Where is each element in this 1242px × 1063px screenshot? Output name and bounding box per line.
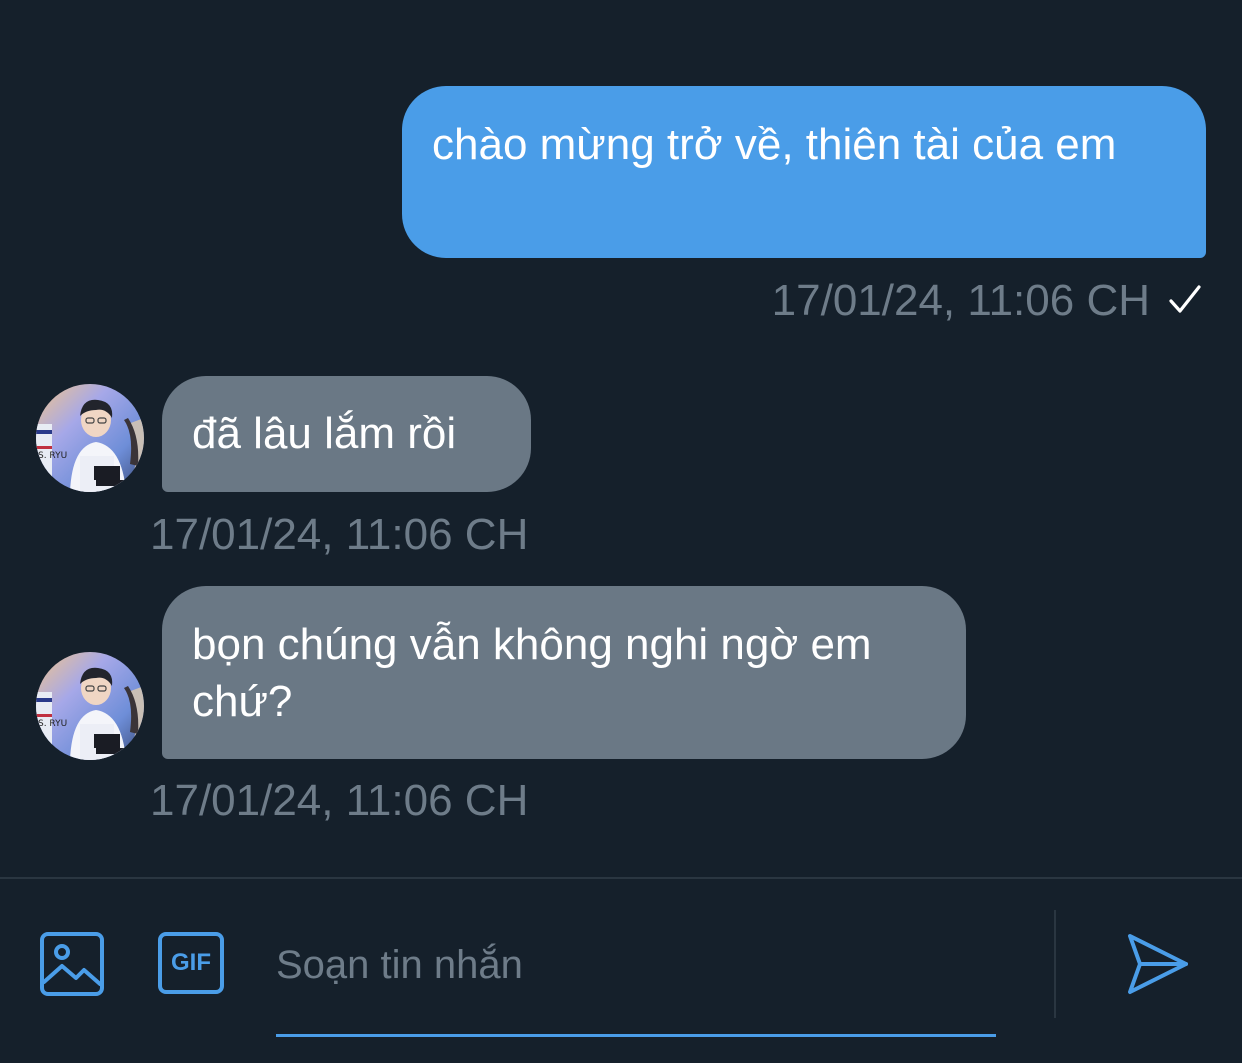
incoming-message-bubble[interactable]: bọn chúng vẫn không nghi ngờ em chứ? [162, 586, 966, 759]
image-button[interactable] [40, 932, 104, 996]
message-timestamp: 17/01/24, 11:06 CH [771, 276, 1150, 325]
svg-text:S. RYU: S. RYU [38, 451, 67, 461]
avatar[interactable]: S. RYU [36, 652, 144, 760]
message-text: chào mừng trở về, thiên tài của em [432, 120, 1117, 169]
avatar[interactable]: S. RYU [36, 384, 144, 492]
message-text: đã lâu lắm rồi [192, 409, 457, 458]
message-compose-input[interactable] [276, 930, 996, 1000]
message-timestamp: 17/01/24, 11:06 CH [150, 510, 529, 559]
send-button[interactable] [1126, 932, 1190, 996]
compose-input-underline [276, 1034, 996, 1037]
outgoing-message-bubble[interactable]: chào mừng trở về, thiên tài của em [402, 86, 1206, 258]
incoming-message-bubble[interactable]: đã lâu lắm rồi [162, 376, 531, 492]
gif-label: GIF [171, 949, 211, 976]
image-icon [40, 932, 104, 996]
dm-conversation: chào mừng trở về, thiên tài của em 17/01… [0, 0, 1242, 1063]
svg-text:S. RYU: S. RYU [38, 719, 67, 729]
composer-divider [0, 877, 1242, 879]
composer-separator [1054, 910, 1056, 1018]
checkmark-icon [1169, 285, 1201, 313]
send-icon [1128, 934, 1188, 994]
gif-button[interactable]: GIF [158, 932, 226, 996]
message-timestamp: 17/01/24, 11:06 CH [150, 776, 529, 825]
message-text: bọn chúng vẫn không nghi ngờ em chứ? [192, 620, 872, 726]
